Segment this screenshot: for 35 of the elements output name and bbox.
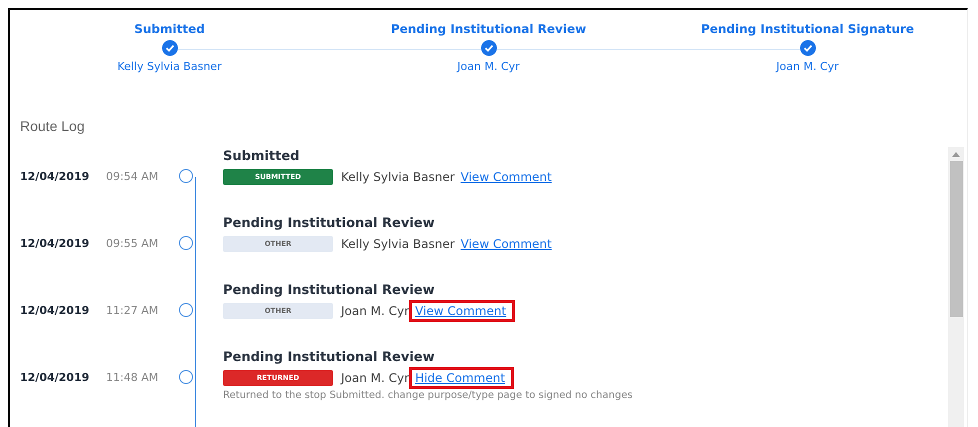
person-name: Kelly Sylvia Basner (341, 170, 455, 184)
step-assignee: Joan M. Cyr (457, 60, 520, 74)
timeline-node (179, 370, 193, 384)
log-time: 09:54 AM (106, 170, 160, 182)
entry-title: Submitted (223, 148, 300, 166)
log-date: 12/04/2019 (20, 370, 90, 384)
entry-title: Pending Institutional Review (223, 282, 436, 300)
comment-link[interactable]: View Comment (454, 233, 561, 255)
step-title: Pending Institutional Review (390, 21, 586, 37)
person-name: Joan M. Cyr (341, 304, 410, 318)
comment-link[interactable]: View Comment (454, 166, 561, 188)
scrollbar[interactable] (948, 147, 964, 427)
entry-title: Pending Institutional Review (223, 349, 436, 367)
entry-title: Pending Institutional Review (223, 215, 436, 233)
person-name: Kelly Sylvia Basner (341, 237, 455, 251)
step-assignee: Kelly Sylvia Basner (117, 60, 222, 74)
timeline-node (179, 303, 193, 317)
timeline-node (179, 236, 193, 250)
comment-link[interactable]: View Comment (409, 300, 516, 322)
section-title: Route Log (20, 118, 86, 136)
comment-link[interactable]: Hide Comment (409, 367, 514, 389)
scroll-thumb[interactable] (950, 161, 962, 317)
log-date: 12/04/2019 (20, 236, 90, 250)
log-time: 11:48 AM (106, 370, 160, 384)
comment-text: Returned to the stop Submitted. change purpose/type page to signed no changes (223, 390, 633, 401)
log-time: 09:55 AM (106, 236, 160, 250)
timeline-node (179, 169, 193, 183)
step-title: Pending Institutional Signature (700, 21, 914, 37)
log-date: 12/04/2019 (20, 304, 90, 316)
step-title: Submitted (134, 21, 205, 37)
step-assignee: Joan M. Cyr (776, 60, 839, 74)
log-date: 12/04/2019 (20, 170, 90, 182)
scroll-up-icon[interactable] (952, 152, 960, 157)
log-time: 11:27 AM (106, 304, 160, 316)
person-name: Joan M. Cyr (341, 371, 410, 385)
